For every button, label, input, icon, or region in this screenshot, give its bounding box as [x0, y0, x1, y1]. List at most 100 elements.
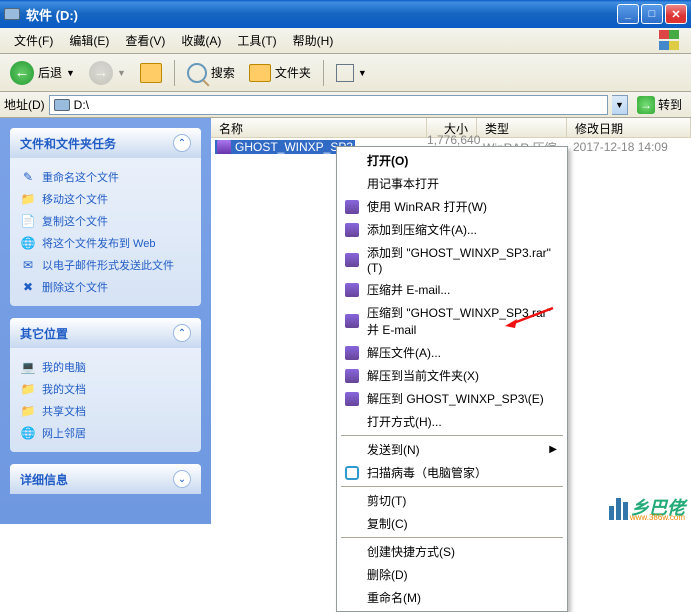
col-name[interactable]: 名称	[211, 118, 427, 137]
folders-label: 文件夹	[275, 64, 311, 81]
shield-icon	[345, 466, 359, 480]
back-label: 后退	[38, 64, 62, 81]
rar-icon	[345, 283, 359, 297]
menu-favorites[interactable]: 收藏(A)	[173, 29, 229, 52]
separator	[323, 60, 324, 86]
ctx-notepad[interactable]: 用记事本打开	[339, 172, 565, 195]
separator	[341, 486, 563, 487]
place-documents[interactable]: 📁我的文档	[20, 378, 191, 400]
place-shared[interactable]: 📁共享文档	[20, 400, 191, 422]
place-network[interactable]: 🌐网上邻居	[20, 422, 191, 444]
submenu-arrow-icon: ▶	[549, 444, 557, 455]
task-delete[interactable]: ✖删除这个文件	[20, 276, 191, 298]
delete-icon: ✖	[20, 279, 36, 295]
address-value: D:\	[74, 98, 89, 112]
task-copy[interactable]: 📄复制这个文件	[20, 210, 191, 232]
rar-icon	[345, 223, 359, 237]
tasks-header[interactable]: 文件和文件夹任务 ⌃	[10, 128, 201, 158]
place-computer[interactable]: 💻我的电脑	[20, 356, 191, 378]
ctx-extractto[interactable]: 解压到 GHOST_WINXP_SP3\(E)	[339, 387, 565, 410]
go-label: 转到	[658, 96, 682, 113]
minimize-button[interactable]: _	[617, 4, 639, 24]
ctx-scan[interactable]: 扫描病毒（电脑管家）	[339, 461, 565, 484]
details-panel: 详细信息 ⌄	[10, 464, 201, 494]
drive-icon	[54, 99, 70, 111]
titlebar: 软件 (D:) _ □ ✕	[0, 0, 691, 28]
details-title: 详细信息	[20, 471, 68, 488]
col-type[interactable]: 类型	[477, 118, 567, 137]
addressbar: 地址(D) D:\ ▼ → 转到	[0, 92, 691, 118]
views-icon	[336, 64, 354, 82]
rar-icon	[345, 392, 359, 406]
rar-icon	[345, 314, 359, 328]
task-rename[interactable]: ✎重命名这个文件	[20, 166, 191, 188]
ctx-extract[interactable]: 解压文件(A)...	[339, 341, 565, 364]
ctx-shortcut[interactable]: 创建快捷方式(S)	[339, 540, 565, 563]
task-publish[interactable]: 🌐将这个文件发布到 Web	[20, 232, 191, 254]
menu-file[interactable]: 文件(F)	[6, 29, 61, 52]
places-header[interactable]: 其它位置 ⌃	[10, 318, 201, 348]
expand-icon: ⌄	[173, 470, 191, 488]
folder-up-icon	[140, 63, 162, 83]
task-move[interactable]: 📁移动这个文件	[20, 188, 191, 210]
ctx-emailto[interactable]: 压缩到 "GHOST_WINXP_SP3.rar" 并 E-mail	[339, 301, 565, 341]
back-arrow-icon: ←	[10, 61, 34, 85]
address-input[interactable]: D:\	[49, 95, 608, 115]
maximize-button[interactable]: □	[641, 4, 663, 24]
details-header[interactable]: 详细信息 ⌄	[10, 464, 201, 494]
ctx-email[interactable]: 压缩并 E-mail...	[339, 278, 565, 301]
tasks-panel: 文件和文件夹任务 ⌃ ✎重命名这个文件 📁移动这个文件 📄复制这个文件 🌐将这个…	[10, 128, 201, 306]
window-title: 软件 (D:)	[26, 5, 615, 24]
places-panel: 其它位置 ⌃ 💻我的电脑 📁我的文档 📁共享文档 🌐网上邻居	[10, 318, 201, 452]
computer-icon: 💻	[20, 359, 36, 375]
search-button[interactable]: 搜索	[181, 60, 241, 86]
back-button[interactable]: ← 后退 ▼	[4, 58, 81, 88]
sidebar: 文件和文件夹任务 ⌃ ✎重命名这个文件 📁移动这个文件 📄复制这个文件 🌐将这个…	[0, 118, 211, 524]
menu-edit[interactable]: 编辑(E)	[61, 29, 117, 52]
folders-button[interactable]: 文件夹	[243, 61, 317, 85]
shared-icon: 📁	[20, 403, 36, 419]
ctx-extracthere[interactable]: 解压到当前文件夹(X)	[339, 364, 565, 387]
close-button[interactable]: ✕	[665, 4, 687, 24]
up-button[interactable]	[134, 60, 168, 86]
menu-tools[interactable]: 工具(T)	[229, 29, 284, 52]
ctx-addto[interactable]: 添加到 "GHOST_WINXP_SP3.rar"(T)	[339, 241, 565, 278]
drive-icon	[4, 8, 20, 20]
rar-icon	[345, 369, 359, 383]
collapse-icon: ⌃	[173, 134, 191, 152]
ctx-delete[interactable]: 删除(D)	[339, 563, 565, 586]
places-title: 其它位置	[20, 325, 68, 342]
context-menu: 打开(O) 用记事本打开 使用 WinRAR 打开(W) 添加到压缩文件(A).…	[336, 146, 568, 612]
file-date: 2017-12-18 14:09	[567, 140, 691, 154]
address-dropdown[interactable]: ▼	[612, 95, 628, 115]
ctx-open[interactable]: 打开(O)	[339, 149, 565, 172]
task-email[interactable]: ✉以电子邮件形式发送此文件	[20, 254, 191, 276]
col-date[interactable]: 修改日期	[567, 118, 691, 137]
chevron-down-icon: ▼	[358, 68, 367, 78]
chevron-down-icon: ▼	[66, 68, 75, 78]
tasks-title: 文件和文件夹任务	[20, 135, 116, 152]
menu-help[interactable]: 帮助(H)	[285, 29, 342, 52]
address-label: 地址(D)	[4, 96, 45, 113]
views-button[interactable]: ▼	[330, 61, 373, 85]
separator	[341, 537, 563, 538]
watermark: 乡巴佬 www.386w.com	[609, 494, 685, 520]
folders-icon	[249, 64, 271, 82]
rar-icon	[345, 253, 359, 267]
move-icon: 📁	[20, 191, 36, 207]
ctx-rename[interactable]: 重命名(M)	[339, 586, 565, 609]
ctx-cut[interactable]: 剪切(T)	[339, 489, 565, 512]
rar-icon	[345, 346, 359, 360]
ctx-winrar[interactable]: 使用 WinRAR 打开(W)	[339, 195, 565, 218]
separator	[341, 435, 563, 436]
ctx-sendto[interactable]: 发送到(N)▶	[339, 438, 565, 461]
menu-view[interactable]: 查看(V)	[117, 29, 173, 52]
ctx-addarchive[interactable]: 添加到压缩文件(A)...	[339, 218, 565, 241]
toolbar: ← 后退 ▼ → ▼ 搜索 文件夹 ▼	[0, 54, 691, 92]
search-icon	[187, 63, 207, 83]
go-button[interactable]: → 转到	[632, 94, 687, 116]
menubar: 文件(F) 编辑(E) 查看(V) 收藏(A) 工具(T) 帮助(H)	[0, 28, 691, 54]
ctx-openwith[interactable]: 打开方式(H)...	[339, 410, 565, 433]
search-label: 搜索	[211, 64, 235, 81]
web-icon: 🌐	[20, 235, 36, 251]
